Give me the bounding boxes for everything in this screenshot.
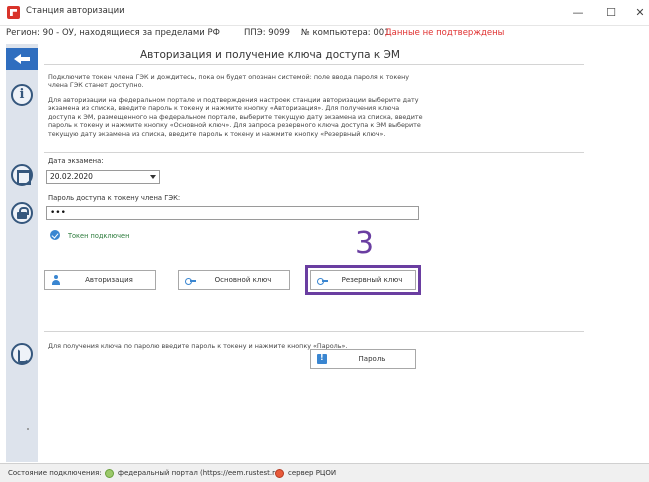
connection-status-label: Состояние подключения: <box>8 469 102 477</box>
main-key-button-label: Основной ключ <box>214 276 272 284</box>
divider <box>44 152 584 153</box>
federal-status-icon <box>105 469 114 478</box>
password-button[interactable]: Пароль <box>310 349 416 369</box>
lock-icon <box>11 202 33 224</box>
phone-icon <box>11 343 33 365</box>
app-icon <box>7 6 20 19</box>
region-text: Регион: 90 - ОУ, находящиеся за пределам… <box>6 28 220 38</box>
exam-date-value: 20.02.2020 <box>50 172 93 181</box>
region-bar: Регион: 90 - ОУ, находящиеся за пределам… <box>0 26 649 42</box>
minimize-button[interactable]: — <box>564 4 592 22</box>
key-icon <box>185 275 196 285</box>
left-sidebar <box>6 44 38 462</box>
divider <box>44 64 584 65</box>
page-title: Авторизация и получение ключа доступа к … <box>140 49 400 61</box>
check-icon <box>50 230 60 240</box>
window-title: Станция авторизации <box>26 6 125 16</box>
title-bar: Станция авторизации — ☐ ✕ <box>0 0 649 26</box>
status-bar: Состояние подключения: федеральный порта… <box>0 463 649 482</box>
divider <box>44 331 584 332</box>
reserve-key-highlight-annotation <box>305 265 421 295</box>
computer-number-text: № компьютера: 001 <box>301 28 390 38</box>
token-password-input[interactable]: ••• <box>46 206 419 220</box>
info-text-instructions: Для авторизации на федеральном портале и… <box>48 96 423 138</box>
exam-date-label: Дата экзамена: <box>48 157 104 165</box>
authorization-button[interactable]: Авторизация <box>44 270 156 290</box>
password-icon <box>317 353 327 364</box>
calendar-icon <box>11 164 33 186</box>
info-icon <box>11 84 33 106</box>
password-label: Пароль доступа к токену члена ГЭК: <box>48 194 181 202</box>
ppe-text: ППЭ: 9099 <box>244 28 290 38</box>
info-text-token: Подключите токен члена ГЭК и дождитесь, … <box>48 73 410 90</box>
close-button[interactable]: ✕ <box>626 4 649 22</box>
rcoi-server-status: сервер РЦОИ <box>288 469 337 477</box>
dot-mark <box>27 428 29 430</box>
back-arrow-icon[interactable] <box>6 48 38 70</box>
authorization-button-label: Авторизация <box>85 276 133 284</box>
step-number-annotation: 3 <box>355 226 375 261</box>
chevron-down-icon <box>150 175 156 179</box>
password-button-label: Пароль <box>358 355 386 363</box>
main-key-button[interactable]: Основной ключ <box>178 270 290 290</box>
server-status-icon <box>275 469 284 478</box>
federal-portal-status: федеральный портал (https://eem.rustest.… <box>118 469 283 477</box>
maximize-button[interactable]: ☐ <box>597 4 625 22</box>
token-status-text: Токен подключен <box>68 232 130 240</box>
data-warning-text: Данные не подтверждены <box>385 28 505 38</box>
exam-date-select[interactable]: 20.02.2020 <box>46 170 160 184</box>
user-icon <box>51 275 61 285</box>
